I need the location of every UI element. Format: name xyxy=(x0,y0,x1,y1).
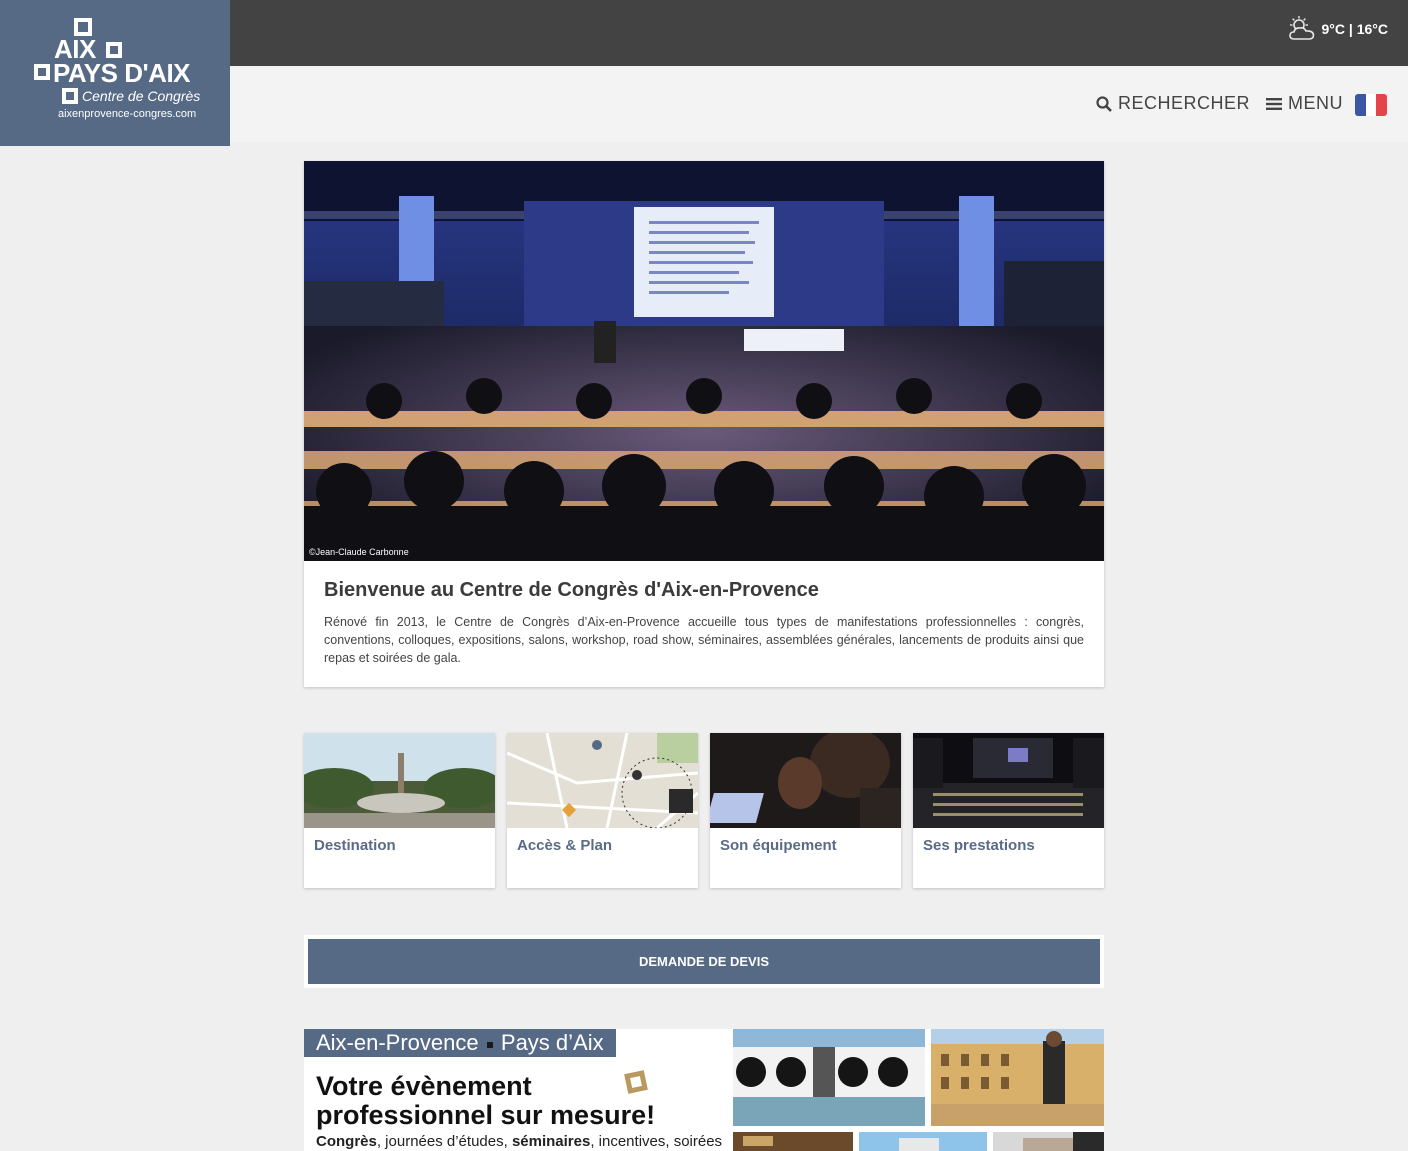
photo-credit: ©Jean-Claude Carbonne xyxy=(309,547,409,557)
promo-title: Votre évènement professionnel sur mesure… xyxy=(316,1071,656,1130)
prestations-thumbnail xyxy=(913,733,1104,828)
site-logo[interactable]: AIX PAYS D'AIX Centre de Congrès aixenpr… xyxy=(0,0,230,146)
weather-temps: 9°C | 16°C xyxy=(1321,21,1388,37)
card-label: Ses prestations xyxy=(923,837,1035,854)
logo-square-icon xyxy=(106,42,122,58)
fountain-square-photo xyxy=(931,1029,1104,1126)
promo-sub-text-1: , journées d’études, xyxy=(376,1133,512,1150)
promo-subtitle: Congrès, journées d’études, séminaires, … xyxy=(316,1133,726,1150)
welcome-section: ©Jean-Claude Carbonne Bienvenue au Centr… xyxy=(304,161,1104,687)
logo-square-icon xyxy=(34,64,50,80)
welcome-title: Bienvenue au Centre de Congrès d'Aix-en-… xyxy=(324,579,819,601)
quote-request-button[interactable]: DEMANDE DE DEVIS xyxy=(308,939,1100,984)
promo-tag-dot xyxy=(486,1042,493,1048)
card-label: Destination xyxy=(314,837,396,854)
card-label: Accès & Plan xyxy=(517,837,613,854)
gold-square-icon xyxy=(624,1070,648,1094)
search-label: RECHERCHER xyxy=(1118,93,1251,113)
search-button[interactable]: RECHERCHER xyxy=(1096,93,1250,114)
fr-flag-icon[interactable] xyxy=(1355,94,1387,116)
card-label: Son équipement xyxy=(720,837,837,854)
logo-square-icon xyxy=(62,88,78,104)
hamburger-icon xyxy=(1266,97,1282,110)
promo-sub-bold-1: Congrès xyxy=(316,1133,377,1150)
menu-label: MENU xyxy=(1288,93,1343,113)
devis-container: DEMANDE DE DEVIS xyxy=(304,935,1104,988)
card-acces-plan[interactable]: Accès & Plan xyxy=(507,733,698,888)
handshake-photo xyxy=(993,1132,1104,1151)
logo-line-pays: PAYS D'AIX xyxy=(53,58,191,88)
promo-sub-text-2: , incentives, soirées xyxy=(590,1133,723,1150)
weather-widget: 9°C | 16°C xyxy=(1288,16,1388,42)
destination-thumbnail xyxy=(304,733,495,828)
card-prestations[interactable]: Ses prestations xyxy=(913,733,1104,888)
equipement-thumbnail xyxy=(710,733,901,828)
search-icon xyxy=(1096,95,1112,112)
promo-tag: Aix-en-Provence Pays d’Aix xyxy=(304,1029,616,1057)
menu-button[interactable]: MENU xyxy=(1266,93,1343,114)
promo-tag-city: Aix-en-Provence xyxy=(316,1030,479,1055)
auditorium-photo: ©Jean-Claude Carbonne xyxy=(304,161,1104,561)
welcome-text: Rénové fin 2013, le Centre de Congrès d’… xyxy=(324,615,1084,665)
promo-tag-region: Pays d’Aix xyxy=(500,1030,604,1055)
vasarely-photo xyxy=(733,1029,925,1126)
map-thumbnail xyxy=(507,733,698,828)
promo-sub-bold-2: séminaires xyxy=(511,1133,591,1150)
outdoor-photo xyxy=(859,1132,987,1151)
promo-banner[interactable]: Aix-en-Provence Pays d’Aix Votre évèneme… xyxy=(304,1029,1104,1151)
interior-photo xyxy=(733,1132,853,1151)
card-equipement[interactable]: Son équipement xyxy=(710,733,901,888)
logo-url: aixenprovence-congres.com xyxy=(58,108,197,120)
partly-cloudy-icon xyxy=(1288,16,1314,40)
card-destination[interactable]: Destination xyxy=(304,733,495,888)
logo-line-centre: Centre de Congrès xyxy=(82,88,201,104)
